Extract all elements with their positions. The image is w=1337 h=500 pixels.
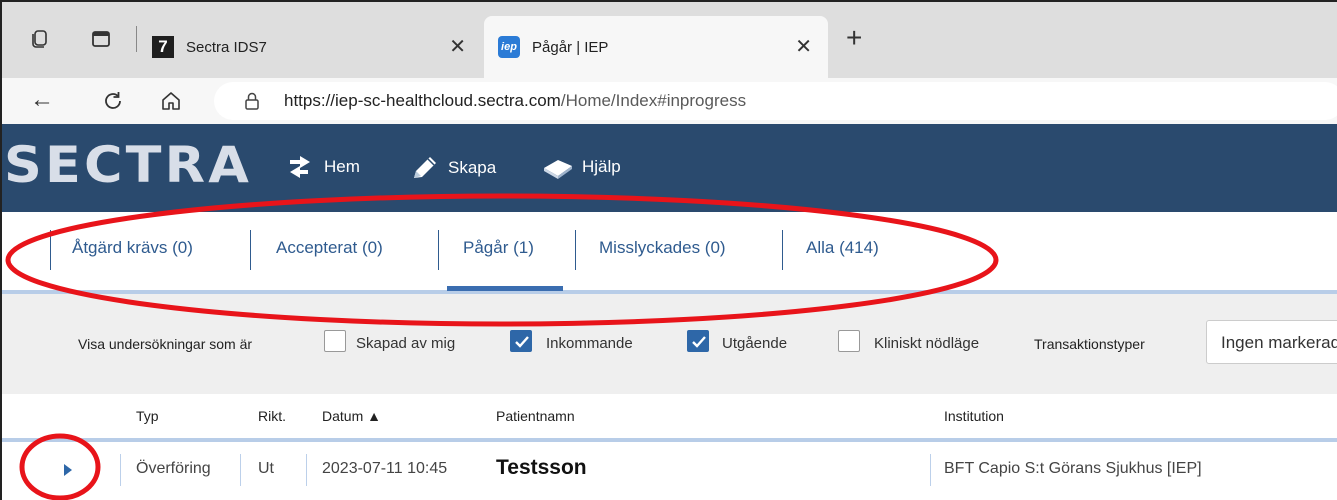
tab-all[interactable]: Alla (414) <box>806 238 879 258</box>
cell-direction: Ut <box>258 460 274 477</box>
iep-favicon: iep <box>498 36 520 58</box>
book-icon <box>544 160 572 179</box>
column-date[interactable]: Datum ▲ <box>322 408 381 424</box>
filter-bar: Visa undersökningar som är Skapad av mig… <box>0 294 1337 394</box>
checkbox-label: Inkommande <box>546 335 633 352</box>
transaction-types-select[interactable]: Ingen markerad <box>1206 320 1337 364</box>
url-text: https://iep-sc-healthcloud.sectra.com/Ho… <box>284 91 746 111</box>
cell-date: 2023-07-11 10:45 <box>322 460 448 477</box>
tab-in-progress[interactable]: Pågår (1) <box>463 238 534 258</box>
cell-divider <box>120 454 121 486</box>
transaction-types-value: Ingen markerad <box>1221 333 1337 352</box>
checkmark-icon <box>692 336 706 348</box>
tab-divider <box>575 230 576 270</box>
cell-patient-name: Testsson <box>496 456 587 479</box>
cell-type: Överföring <box>136 460 211 477</box>
tab-divider <box>250 230 251 270</box>
back-arrow-icon[interactable]: ← <box>30 86 54 114</box>
arrows-swap-icon <box>290 156 310 178</box>
checkbox-created-by-me[interactable] <box>324 330 346 352</box>
tab-label: Sectra IDS7 <box>186 38 267 56</box>
tab-divider <box>438 230 439 270</box>
cell-divider <box>240 454 241 486</box>
tab-actions-icon[interactable] <box>90 28 112 50</box>
column-institution[interactable]: Institution <box>944 408 1004 424</box>
workspaces-icon[interactable] <box>28 28 50 50</box>
tab-failed[interactable]: Misslyckades (0) <box>599 238 726 258</box>
checkmark-icon <box>515 336 529 348</box>
status-tabs: Åtgärd krävs (0) Accepterat (0) Pågår (1… <box>0 212 1337 294</box>
url-host: https://iep-sc-healthcloud.sectra.com <box>284 91 561 110</box>
tab-accepted[interactable]: Accepterat (0) <box>276 238 383 258</box>
tab-divider <box>50 230 51 270</box>
url-path: /Home/Index#inprogress <box>560 91 747 110</box>
nav-create[interactable]: Skapa <box>408 154 496 182</box>
tabstrip-divider <box>136 26 137 52</box>
cell-divider <box>306 454 307 486</box>
tab-action-required[interactable]: Åtgärd krävs (0) <box>72 238 193 258</box>
sectra-ids7-favicon: 7 <box>152 36 174 58</box>
checkbox-clinical-emergency[interactable] <box>838 330 860 352</box>
active-tab-indicator <box>447 286 563 291</box>
column-type[interactable]: Typ <box>136 408 159 424</box>
nav-create-label: Skapa <box>448 158 497 177</box>
tab-divider <box>782 230 783 270</box>
checkbox-label: Skapad av mig <box>356 335 456 352</box>
nav-home-label: Hem <box>324 157 360 176</box>
nav-help-label: Hjälp <box>582 157 621 176</box>
column-direction[interactable]: Rikt. <box>258 408 286 424</box>
cell-institution: BFT Capio S:t Görans Sjukhus [IEP] <box>944 460 1202 477</box>
app-header: SECTRA Hem Skapa Hjälp <box>0 124 1337 212</box>
transaction-types-label: Transaktionstyper <box>1034 336 1145 352</box>
plus-icon[interactable]: + <box>846 22 862 54</box>
cell-divider <box>930 454 931 486</box>
checkbox-outgoing[interactable] <box>687 330 709 352</box>
nav-help[interactable]: Hjälp <box>542 154 621 180</box>
table-row[interactable]: Överföring Ut 2023-07-11 10:45 Testsson … <box>0 442 1337 500</box>
address-bar: ← https://iep-sc-healthcloud.sectra.com/… <box>0 78 1337 124</box>
close-icon[interactable]: ✕ <box>449 34 466 59</box>
lock-icon[interactable] <box>244 92 260 110</box>
tab-label: Pågår | IEP <box>532 38 609 56</box>
home-icon[interactable] <box>160 90 182 112</box>
close-icon[interactable]: ✕ <box>795 34 812 59</box>
nav-home[interactable]: Hem <box>286 154 360 180</box>
expand-arrow-icon[interactable] <box>64 464 72 476</box>
refresh-icon[interactable] <box>102 90 124 112</box>
tab-pagar-iep[interactable]: iep Pågår | IEP ✕ <box>484 16 828 78</box>
column-patient-name[interactable]: Patientnamn <box>496 408 575 424</box>
browser-tab-strip: 7 Sectra IDS7 ✕ iep Pågår | IEP ✕ + <box>0 0 1337 78</box>
filter-label: Visa undersökningar som är <box>78 336 253 352</box>
pencil-icon <box>414 157 436 178</box>
tab-sectra-ids7[interactable]: 7 Sectra IDS7 ✕ <box>142 16 482 78</box>
checkbox-label: Utgående <box>722 335 788 352</box>
checkbox-label: Kliniskt nödläge <box>874 335 980 352</box>
checkbox-incoming[interactable] <box>510 330 532 352</box>
url-field[interactable]: https://iep-sc-healthcloud.sectra.com/Ho… <box>214 82 1337 120</box>
sectra-logo[interactable]: SECTRA <box>4 136 252 194</box>
table-header: Typ Rikt. Datum ▲ Patientnamn Institutio… <box>0 394 1337 440</box>
